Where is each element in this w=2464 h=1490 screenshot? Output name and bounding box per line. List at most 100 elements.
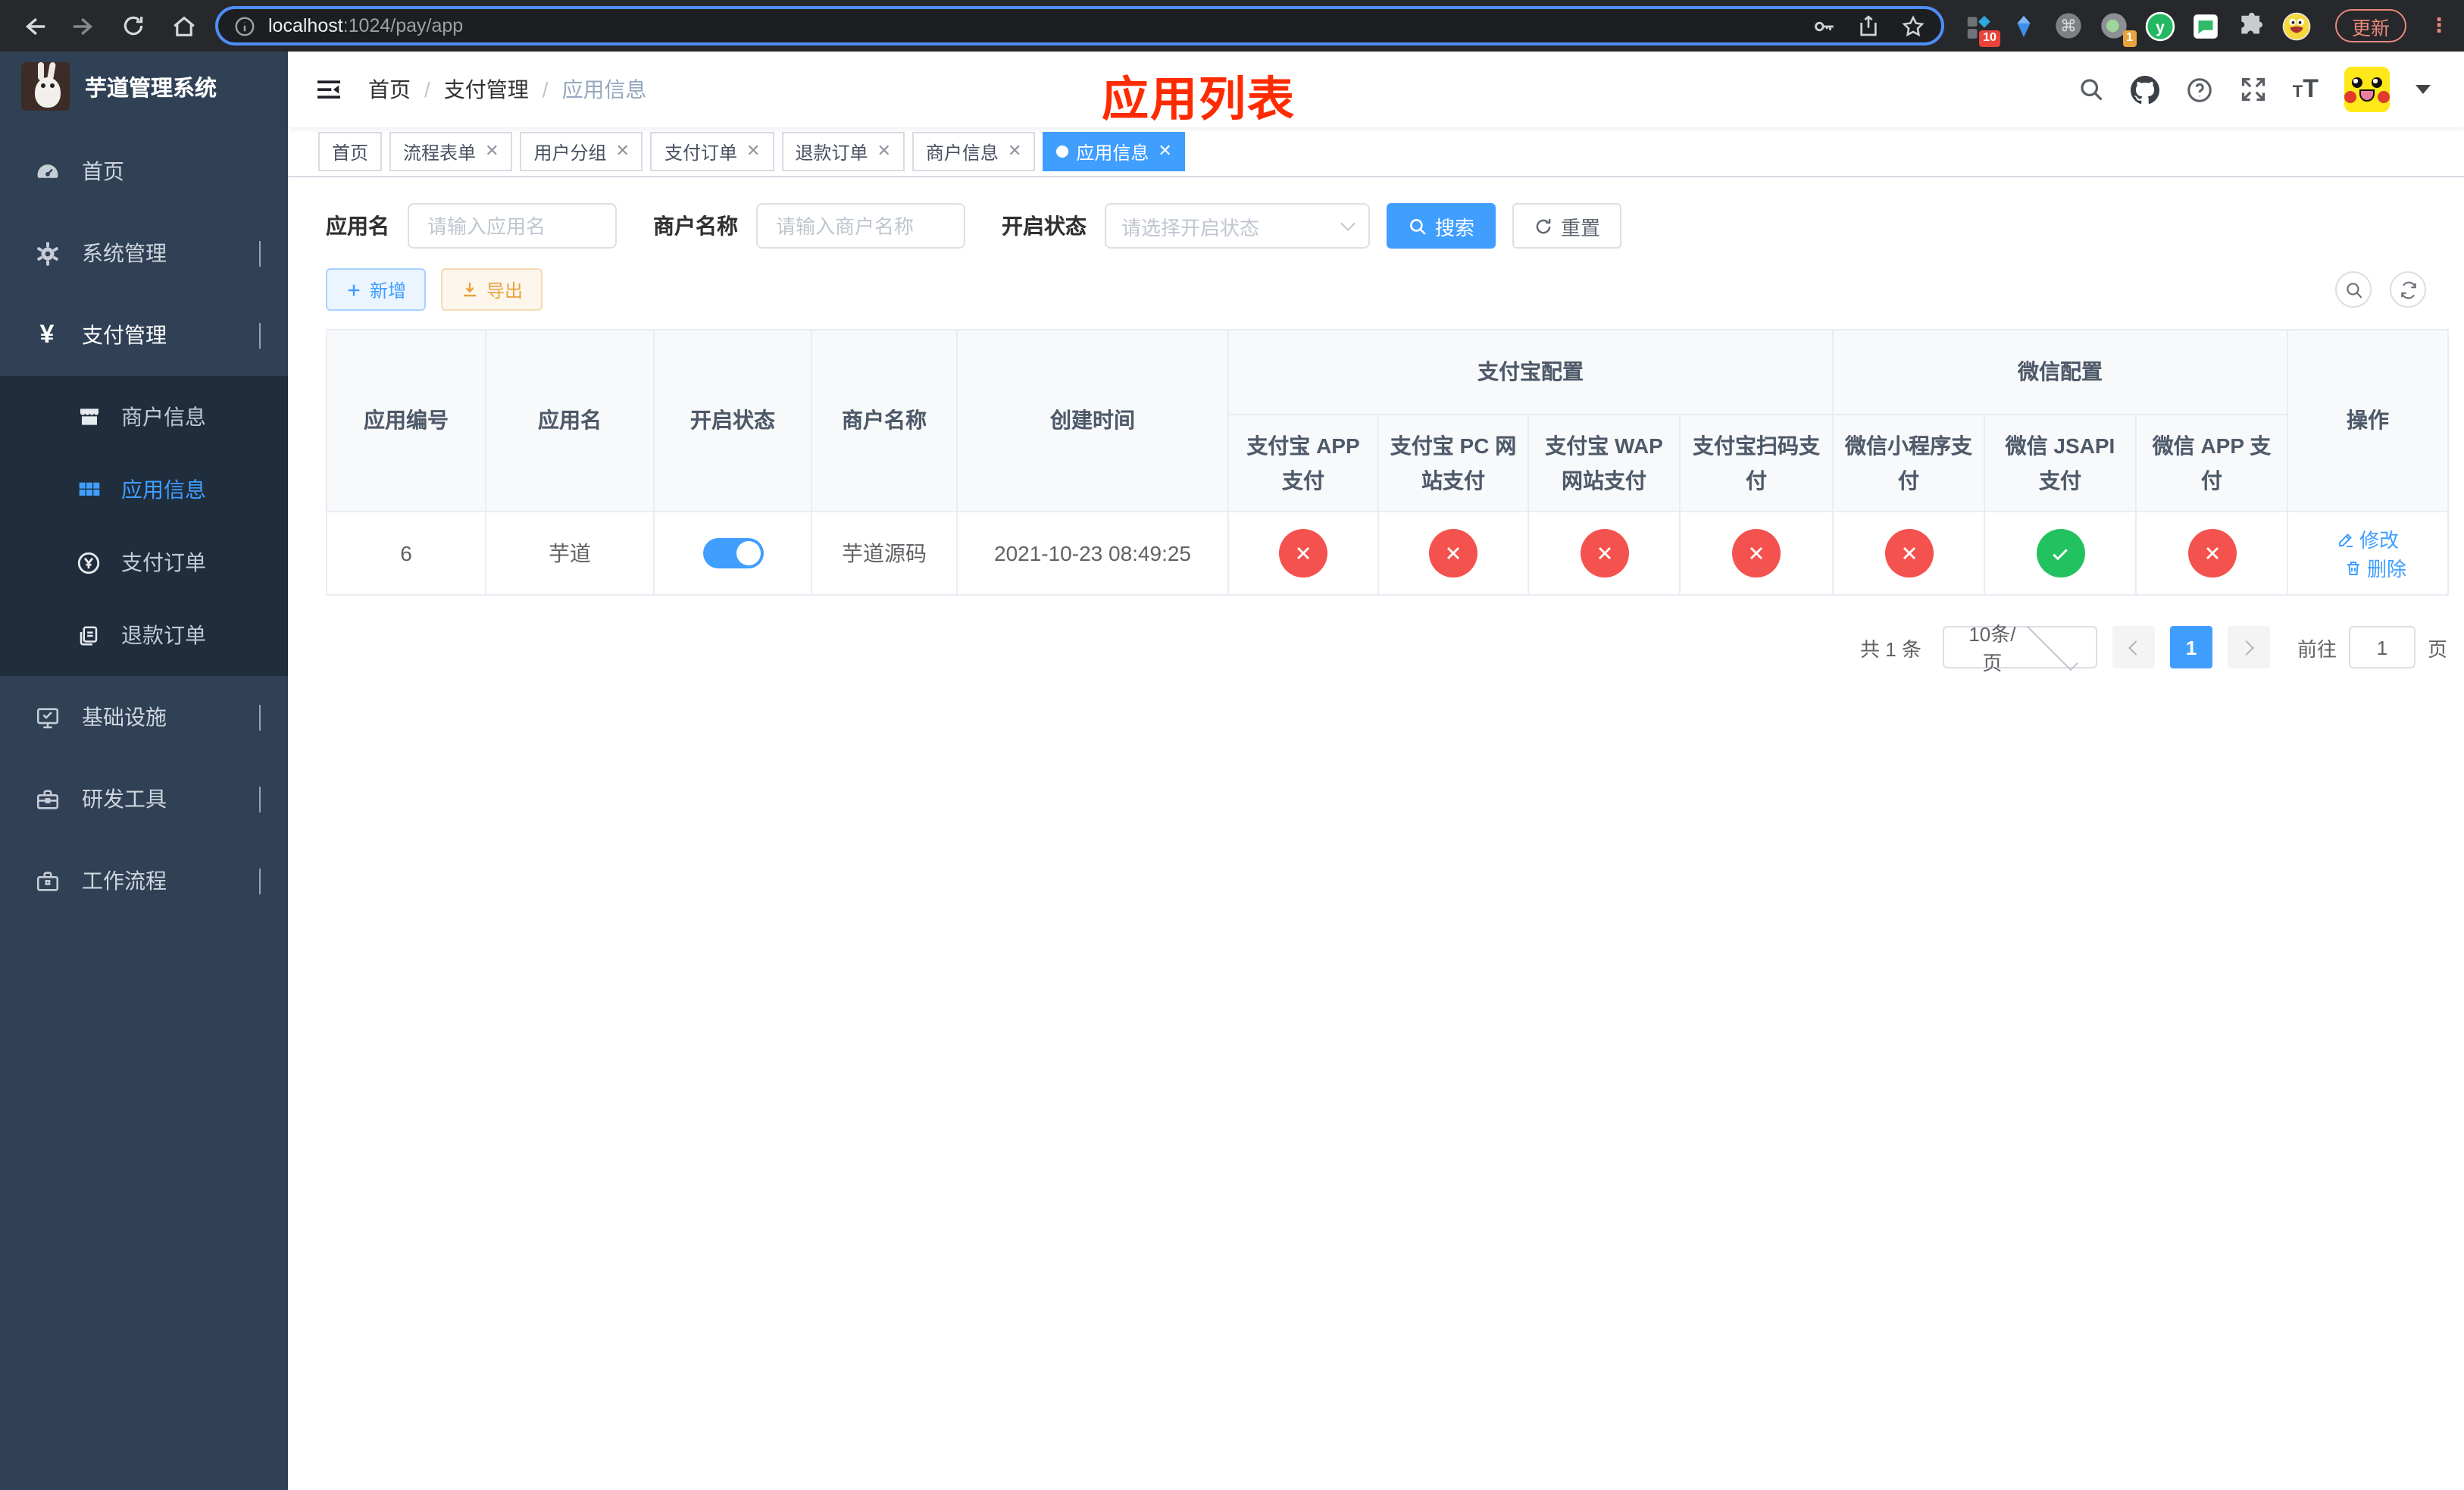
close-icon[interactable]: ✕ — [1008, 142, 1021, 160]
alipay-qr-status-icon — [1732, 529, 1781, 578]
breadcrumb-payment[interactable]: 支付管理 — [444, 74, 529, 105]
chevron-up-icon — [259, 323, 261, 349]
close-icon[interactable]: ✕ — [616, 142, 630, 160]
monitor-icon — [33, 704, 61, 730]
tab-label: 流程表单 — [403, 142, 477, 163]
cell-status — [653, 511, 812, 596]
goto-label: 前往 — [2297, 637, 2337, 660]
breadcrumb-home[interactable]: 首页 — [368, 74, 411, 105]
add-button-label: 新增 — [370, 280, 407, 301]
url-text[interactable]: localhost:1024/pay/app — [268, 15, 1799, 36]
tab-user-group[interactable]: 用户分组 ✕ — [520, 132, 643, 171]
ext-command-icon[interactable]: ⌘ — [2053, 10, 2085, 42]
sidebar-item-merchant-info[interactable]: 商户信息 — [0, 380, 288, 453]
close-icon[interactable]: ✕ — [877, 142, 890, 160]
browser-toolbar: localhost:1024/pay/app 10 ⌘ 1 y 更新 ⋮ — [0, 0, 2464, 52]
logo-image — [21, 62, 70, 111]
address-bar[interactable]: localhost:1024/pay/app — [215, 6, 1944, 45]
search-icon — [2346, 282, 2362, 298]
close-icon[interactable]: ✕ — [746, 142, 760, 160]
site-info-icon[interactable] — [233, 14, 256, 37]
tab-label: 首页 — [332, 142, 369, 163]
ext-badge: 1 — [2122, 30, 2137, 46]
goto-unit: 页 — [2427, 637, 2447, 660]
sidebar-item-pay-order[interactable]: 支付订单 — [0, 526, 288, 599]
close-icon[interactable]: ✕ — [485, 142, 499, 160]
merchant-name-input[interactable] — [756, 203, 965, 249]
page-1-button[interactable]: 1 — [2169, 626, 2212, 668]
tab-app-info[interactable]: 应用信息 ✕ — [1043, 132, 1186, 171]
cell-app-id: 6 — [326, 511, 486, 596]
collapse-sidebar-icon[interactable] — [314, 74, 344, 105]
search-button[interactable]: 搜索 — [1387, 203, 1496, 249]
edit-link[interactable]: 修改 — [2337, 524, 2399, 553]
wechat-jsapi-status-icon — [2036, 529, 2084, 578]
cell-created: 2021-10-23 08:49:25 — [956, 511, 1229, 596]
ext-puzzle-icon[interactable] — [2235, 10, 2267, 42]
page-size-select[interactable]: 10条/页 — [1942, 619, 2097, 675]
ext-chat-icon[interactable] — [2190, 10, 2222, 42]
pagination: 共 1 条 10条/页 1 前往 页 — [326, 619, 2447, 675]
app-name-input[interactable] — [408, 203, 617, 249]
app-table: 应用编号 应用名 开启状态 商户名称 创建时间 支付宝配置 微信配置 操作 支付… — [326, 329, 2449, 596]
fullscreen-icon[interactable] — [2240, 76, 2267, 103]
password-key-icon[interactable] — [1811, 13, 1837, 39]
export-button-label: 导出 — [486, 280, 524, 301]
share-icon[interactable] — [1856, 14, 1881, 38]
col-alipay-pc: 支付宝 PC 网站支付 — [1377, 414, 1529, 512]
svg-text:y: y — [2156, 18, 2165, 36]
home-icon[interactable] — [165, 8, 202, 44]
sidebar-item-devtools[interactable]: 研发工具 — [0, 758, 288, 840]
ext-pin-icon[interactable] — [2008, 10, 2040, 42]
user-menu-caret-icon[interactable] — [2416, 85, 2431, 94]
reset-button[interactable]: 重置 — [1512, 203, 1622, 249]
sidebar-item-system[interactable]: 系统管理 — [0, 212, 288, 294]
status-label: 开启状态 — [1002, 214, 1087, 238]
sidebar-item-workflow[interactable]: 工作流程 — [0, 840, 288, 922]
refresh-table-button[interactable] — [2390, 271, 2426, 308]
page-content: 应用名 商户名称 开启状态 请选择开启状态 — [288, 177, 2464, 1490]
goto-page-input[interactable] — [2348, 626, 2416, 668]
ext-y-icon[interactable]: y — [2144, 10, 2176, 42]
user-avatar[interactable] — [2344, 67, 2390, 112]
alipay-pc-status-icon — [1429, 529, 1477, 578]
browser-menu-icon[interactable]: ⋮ — [2429, 14, 2449, 38]
ext-circle-icon[interactable]: 1 — [2099, 10, 2137, 46]
sidebar-item-refund-order[interactable]: 退款订单 — [0, 599, 288, 671]
status-select[interactable]: 请选择开启状态 — [1105, 203, 1370, 249]
breadcrumb-current: 应用信息 — [561, 77, 647, 102]
pagination-total: 共 1 条 — [1860, 637, 1921, 660]
sidebar-item-infrastructure[interactable]: 基础设施 — [0, 676, 288, 758]
help-icon[interactable] — [2185, 75, 2214, 104]
font-size-icon[interactable]: TT — [2293, 74, 2319, 105]
prev-page-button[interactable] — [2112, 626, 2155, 668]
bookmark-star-icon[interactable] — [1900, 13, 1926, 39]
next-page-button[interactable] — [2227, 626, 2270, 668]
reload-icon[interactable] — [115, 8, 152, 44]
delete-link[interactable]: 删除 — [2344, 553, 2406, 582]
toggle-search-button[interactable] — [2335, 271, 2372, 308]
status-toggle[interactable] — [702, 538, 763, 568]
github-icon[interactable] — [2130, 75, 2159, 104]
tab-refund-order[interactable]: 退款订单 ✕ — [781, 132, 905, 171]
ext-emoji-icon[interactable] — [2281, 10, 2312, 42]
tab-home[interactable]: 首页 — [318, 132, 383, 171]
search-icon[interactable] — [2078, 76, 2105, 103]
active-dot — [1056, 146, 1069, 158]
ext-blocks-icon[interactable]: 10 — [1962, 10, 2000, 46]
tab-merchant-info[interactable]: 商户信息 ✕ — [911, 132, 1036, 171]
sidebar-logo[interactable]: 芋道管理系统 — [0, 52, 288, 121]
export-button[interactable]: 导出 — [441, 268, 543, 311]
sidebar-item-label: 支付管理 — [82, 323, 167, 347]
tab-pay-order[interactable]: 支付订单 ✕ — [650, 132, 774, 171]
forward-icon[interactable] — [65, 8, 102, 44]
sidebar-item-home[interactable]: 首页 — [0, 130, 288, 212]
browser-update-button[interactable]: 更新 — [2334, 9, 2406, 42]
close-icon[interactable]: ✕ — [1158, 142, 1171, 160]
add-button[interactable]: 新增 — [326, 268, 427, 311]
col-app-name: 应用名 — [485, 329, 655, 512]
sidebar-item-payment[interactable]: ¥ 支付管理 — [0, 294, 288, 376]
back-icon[interactable] — [15, 8, 52, 44]
sidebar-item-app-info[interactable]: 应用信息 — [0, 453, 288, 526]
tab-process-form[interactable]: 流程表单 ✕ — [389, 132, 513, 171]
